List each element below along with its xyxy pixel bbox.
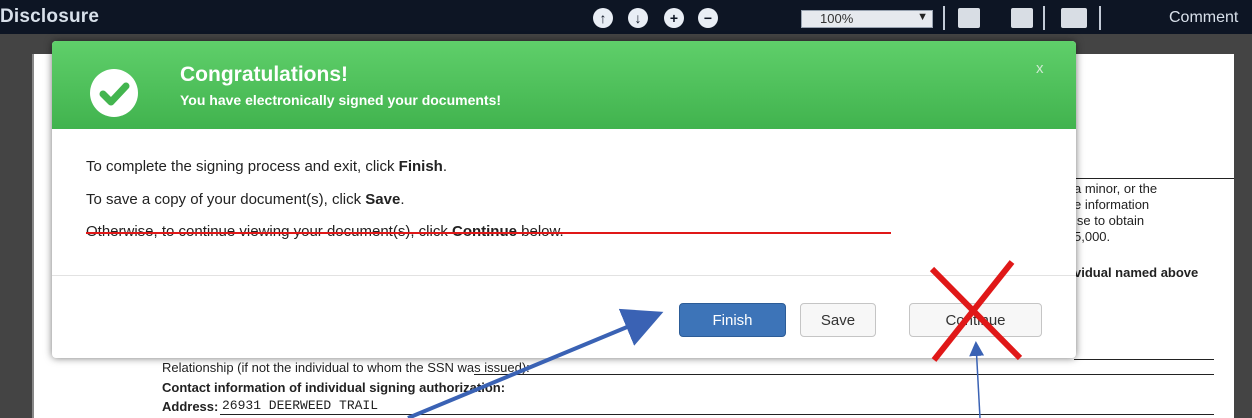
document-title: Disclosure <box>0 6 100 27</box>
address-label: Address: <box>162 399 219 414</box>
dialog-subtitle: You have electronically signed your docu… <box>180 92 502 108</box>
form-line <box>1074 359 1214 360</box>
zoom-out-icon[interactable]: − <box>698 8 718 28</box>
close-icon[interactable]: x <box>1036 60 1044 77</box>
strikethrough-annotation <box>86 232 891 234</box>
zoom-select[interactable]: 100% ▼ <box>801 10 933 28</box>
dialog-title: Congratulations! <box>180 63 348 86</box>
toolbar-divider <box>1099 6 1101 30</box>
form-line <box>1074 178 1234 179</box>
save-button[interactable]: Save <box>800 303 876 337</box>
zoom-in-icon[interactable]: + <box>664 8 684 28</box>
address-value: 26931 DEERWEED TRAIL <box>222 398 379 413</box>
finish-button[interactable]: Finish <box>679 303 786 337</box>
arrow-down-icon[interactable]: ↓ <box>628 8 648 28</box>
instruction-save: To save a copy of your document(s), clic… <box>86 191 405 208</box>
doc-text: a minor, or the <box>1074 181 1158 196</box>
doc-text: lse to obtain <box>1074 213 1145 228</box>
instruction-finish: To complete the signing process and exit… <box>86 158 447 175</box>
doc-text: Contact information of individual signin… <box>162 380 506 395</box>
check-circle-icon <box>90 69 138 117</box>
doc-text: e information <box>1074 197 1150 212</box>
zoom-value: 100% <box>820 11 854 26</box>
doc-text: vidual named above <box>1074 265 1199 280</box>
text-select-icon[interactable] <box>1011 8 1033 28</box>
dialog-footer-divider <box>52 275 1076 276</box>
toolbar-divider <box>1043 6 1045 30</box>
dialog-header: Congratulations! You have electronically… <box>52 41 1076 129</box>
form-line <box>220 414 1214 415</box>
doc-text: 5,000. <box>1074 229 1111 244</box>
continue-button[interactable]: Continue <box>909 303 1042 337</box>
signing-complete-dialog: Congratulations! You have electronically… <box>52 41 1076 358</box>
toolbar-divider <box>943 6 945 30</box>
form-line <box>474 374 1214 375</box>
print-icon[interactable] <box>1061 8 1087 28</box>
chevron-down-icon: ▼ <box>917 11 928 23</box>
doc-text: Relationship (if not the individual to w… <box>162 360 530 375</box>
arrow-up-icon[interactable]: ↑ <box>593 8 613 28</box>
viewer-toolbar: Disclosure ↑ ↓ + − 100% ▼ Comment <box>0 0 1252 34</box>
fit-page-icon[interactable] <box>958 8 980 28</box>
comment-button[interactable]: Comment <box>1169 9 1238 27</box>
